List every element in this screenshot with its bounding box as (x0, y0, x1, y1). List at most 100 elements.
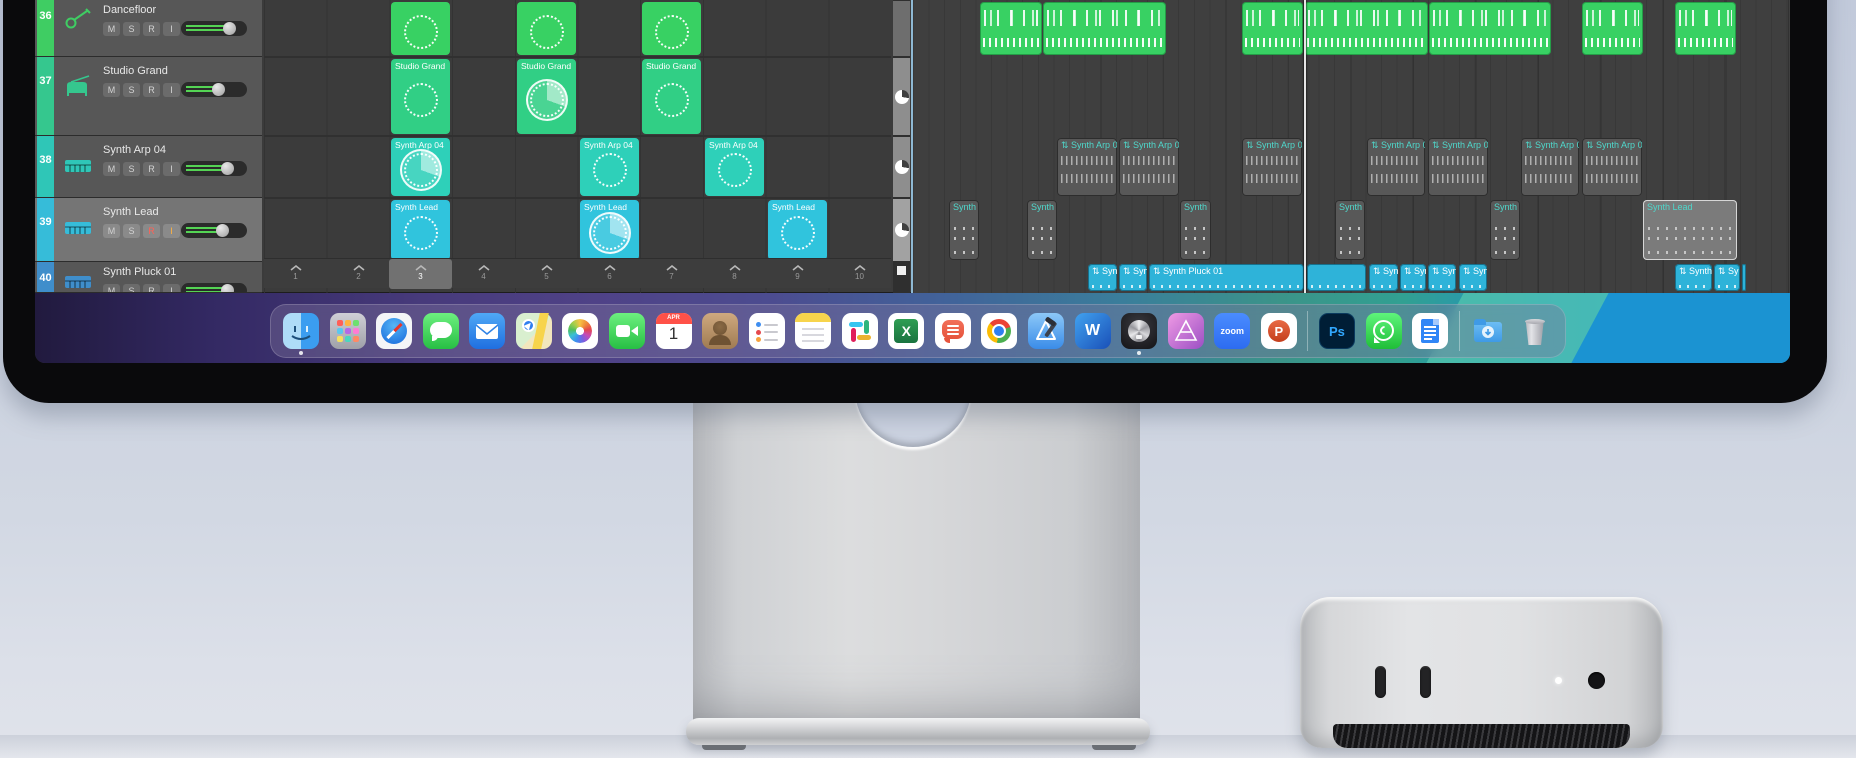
volume-knob[interactable] (221, 284, 234, 292)
s-button[interactable]: S (123, 224, 140, 238)
column-trigger-9[interactable]: 9 (766, 259, 829, 289)
volume-knob[interactable] (223, 22, 236, 35)
m-button[interactable]: M (103, 83, 120, 97)
region-synth[interactable]: Synth (949, 200, 979, 260)
column-trigger-6[interactable]: 6 (578, 259, 641, 289)
region-synth-arp-04[interactable]: ⇅ Synth Arp 04 (1521, 138, 1579, 196)
track-header-synth-lead[interactable]: 39 Synth Lead M S R I (35, 198, 262, 262)
region-synt[interactable]: ⇅ Synt (1088, 264, 1117, 291)
track-header-synth-arp-04[interactable]: 38 Synth Arp 04 M S R I (35, 136, 262, 198)
region-synt[interactable]: ⇅ Synt (1428, 264, 1456, 291)
region-synth-pluck-01[interactable] (1742, 264, 1746, 291)
track-header-dancefloor[interactable]: 36 Dancefloor M S R I (35, 0, 262, 57)
column-trigger-7[interactable]: 7 (640, 259, 703, 289)
loop-cell-synth-lead[interactable]: Synth Lead (580, 200, 639, 260)
region-dancefloor[interactable] (1582, 2, 1643, 55)
volume-slider[interactable] (181, 283, 247, 292)
downloads-folder-icon[interactable] (1470, 313, 1506, 349)
i-button[interactable]: I (163, 83, 180, 97)
region-synth-lead[interactable]: Synth Lead (1643, 200, 1737, 260)
region-synth-arp-04[interactable]: ⇅ Synth Arp 04 (1582, 138, 1642, 196)
playhead[interactable] (1304, 0, 1306, 293)
r-button[interactable]: R (143, 83, 160, 97)
region-synth-arp-04[interactable]: ⇅ Synth Arp 04 (1367, 138, 1425, 196)
i-button[interactable]: I (163, 284, 180, 292)
volume-slider[interactable] (181, 161, 247, 176)
region-dancefloor[interactable] (1043, 2, 1166, 55)
chrome-icon[interactable] (981, 313, 1018, 349)
region-synth-arp-04[interactable]: ⇅ Synth Arp 04 (1119, 138, 1179, 196)
excel-icon[interactable]: X (888, 313, 925, 349)
facetime-icon[interactable] (608, 313, 645, 349)
region-sy[interactable]: ⇅ Sy (1714, 264, 1740, 291)
s-button[interactable]: S (123, 162, 140, 176)
region-synth[interactable]: Synth (1335, 200, 1365, 260)
i-button[interactable]: I (163, 22, 180, 36)
m-button[interactable]: M (103, 162, 120, 176)
loop-cell-synth-arp-04[interactable]: Synth Arp 04 (580, 138, 639, 196)
contacts-icon[interactable] (702, 313, 739, 349)
volume-slider[interactable] (181, 82, 247, 97)
stop-all-icon[interactable] (897, 266, 906, 275)
chat-app-icon[interactable] (934, 313, 971, 349)
m-button[interactable]: M (103, 22, 120, 36)
region-synth[interactable]: Synth (1490, 200, 1520, 260)
region-dancefloor[interactable] (1304, 2, 1428, 55)
s-button[interactable]: S (123, 284, 140, 292)
loop-cell-synth-lead[interactable]: Synth Lead (768, 200, 827, 260)
volume-knob[interactable] (212, 83, 225, 96)
loop-cell-dancefloor[interactable] (642, 2, 701, 55)
r-button[interactable]: R (143, 224, 160, 238)
volume-slider[interactable] (181, 223, 247, 238)
messages-icon[interactable] (422, 313, 459, 349)
column-trigger-1[interactable]: 1 (264, 259, 327, 289)
calendar-icon[interactable]: APR 1 (655, 313, 692, 349)
region-synt[interactable]: ⇅ Synt (1119, 264, 1147, 291)
divider-segment[interactable] (893, 137, 910, 197)
affinity-photo-icon[interactable] (1167, 313, 1204, 349)
loop-cell-synth-arp-04[interactable]: Synth Arp 04 (705, 138, 764, 196)
m-button[interactable]: M (103, 284, 120, 292)
region-dancefloor[interactable] (1429, 2, 1551, 55)
region-dancefloor[interactable] (980, 2, 1042, 55)
s-button[interactable]: S (123, 22, 140, 36)
whatsapp-icon[interactable] (1365, 313, 1402, 349)
notes-icon[interactable] (795, 313, 832, 349)
region-synth-arp-04[interactable]: ⇅ Synth Arp 04 (1057, 138, 1117, 196)
finder-icon[interactable] (283, 313, 319, 355)
loop-cell-dancefloor[interactable] (517, 2, 576, 55)
safari-icon[interactable] (376, 313, 413, 349)
i-button[interactable]: I (163, 224, 180, 238)
column-trigger-2[interactable]: 2 (327, 259, 390, 289)
loop-cell-studio-grand[interactable]: Studio Grand (517, 59, 576, 134)
divider-segment[interactable] (893, 1, 910, 56)
divider-segment[interactable] (893, 199, 910, 261)
region-synt[interactable]: ⇅ Synt (1459, 264, 1487, 291)
loop-cell-synth-lead[interactable]: Synth Lead (391, 200, 450, 260)
track-header-synth-pluck-01[interactable]: 40 Synth Pluck 01 M S R I (35, 262, 262, 293)
s-button[interactable]: S (123, 83, 140, 97)
region-dancefloor[interactable] (1675, 2, 1736, 55)
slack-icon[interactable] (841, 313, 878, 349)
volume-slider[interactable] (181, 21, 247, 36)
i-button[interactable]: I (163, 162, 180, 176)
r-button[interactable]: R (143, 22, 160, 36)
region-synth-pluck-01[interactable] (1307, 264, 1366, 291)
launchpad-icon[interactable] (329, 313, 366, 349)
loop-cell-synth-arp-04[interactable]: Synth Arp 04 (391, 138, 450, 196)
xcode-icon[interactable] (1028, 313, 1064, 349)
photoshop-icon[interactable]: Ps (1318, 313, 1355, 349)
trash-icon[interactable] (1517, 313, 1553, 349)
track-header-studio-grand[interactable]: 37 Studio Grand M S R I (35, 57, 262, 136)
region-synth-arp-04[interactable]: ⇅ Synth Arp 04 (1428, 138, 1488, 196)
region-synt[interactable]: ⇅ Synt (1400, 264, 1426, 291)
column-trigger-8[interactable]: 8 (703, 259, 766, 289)
loop-cell-studio-grand[interactable]: Studio Grand (391, 59, 450, 134)
r-button[interactable]: R (143, 284, 160, 292)
reminders-icon[interactable] (748, 313, 785, 349)
region-dancefloor[interactable] (1242, 2, 1303, 55)
logic-pro-icon[interactable] (1121, 313, 1158, 355)
region-synth-arp-04[interactable]: ⇅ Synth Arp 04 (1242, 138, 1302, 196)
m-button[interactable]: M (103, 224, 120, 238)
powerpoint-icon[interactable]: P (1260, 313, 1297, 349)
